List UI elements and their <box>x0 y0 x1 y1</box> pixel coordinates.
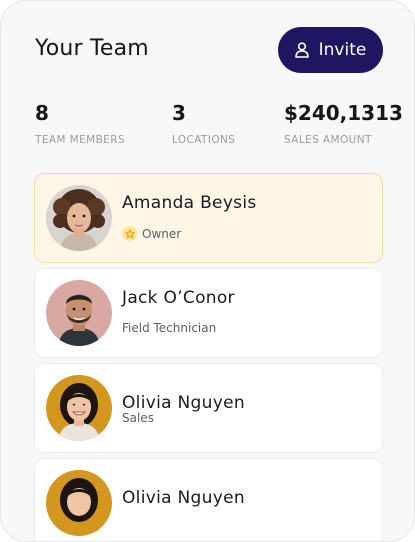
stat-label: SALES AMOUNT <box>284 134 372 146</box>
stat-value: $240,1313 <box>284 101 403 125</box>
page-title: Your Team <box>35 36 149 61</box>
stat-value: 3 <box>172 101 186 125</box>
member-item-olivia[interactable]: Olivia Nguyen Sales <box>34 363 383 453</box>
member-item-jack[interactable]: Jack O’Conor Field Technician <box>34 268 383 358</box>
user-icon <box>294 42 309 58</box>
invite-label: Invite <box>318 40 367 60</box>
stat-sales-amount: $240,1313 SALES AMOUNT <box>284 101 403 146</box>
member-role: Sales <box>122 411 154 425</box>
invite-button[interactable]: Invite <box>278 27 383 73</box>
member-role-label: Sales <box>122 411 154 425</box>
member-role: Owner <box>122 226 181 241</box>
member-item-amanda[interactable]: Amanda Beysis Owner <box>34 173 383 263</box>
avatar <box>46 375 112 441</box>
avatar <box>46 280 112 346</box>
header: Your Team Invite <box>35 27 383 73</box>
stat-locations: 3 LOCATIONS <box>172 101 235 146</box>
stat-label: LOCATIONS <box>172 134 236 146</box>
member-role-label: Owner <box>142 226 182 241</box>
avatar <box>46 185 112 251</box>
stats-row: 8 TEAM MEMBERS 3 LOCATIONS $240,1313 SAL… <box>35 101 403 151</box>
member-item-olivia-2[interactable]: Olivia Nguyen <box>34 458 383 541</box>
member-name: Olivia Nguyen <box>122 488 245 508</box>
member-name: Amanda Beysis <box>122 193 257 213</box>
member-role: Field Technician <box>122 321 216 335</box>
stat-value: 8 <box>35 101 49 125</box>
member-name: Olivia Nguyen <box>122 393 245 413</box>
avatar <box>46 470 112 536</box>
member-role-label: Field Technician <box>122 321 217 335</box>
stat-label: TEAM MEMBERS <box>35 134 125 146</box>
team-card: Your Team Invite 8 TEAM MEMBERS 3 LOCATI… <box>0 0 415 542</box>
star-icon <box>122 226 137 241</box>
member-name: Jack O’Conor <box>122 288 235 308</box>
stat-team-members: 8 TEAM MEMBERS <box>35 101 125 146</box>
